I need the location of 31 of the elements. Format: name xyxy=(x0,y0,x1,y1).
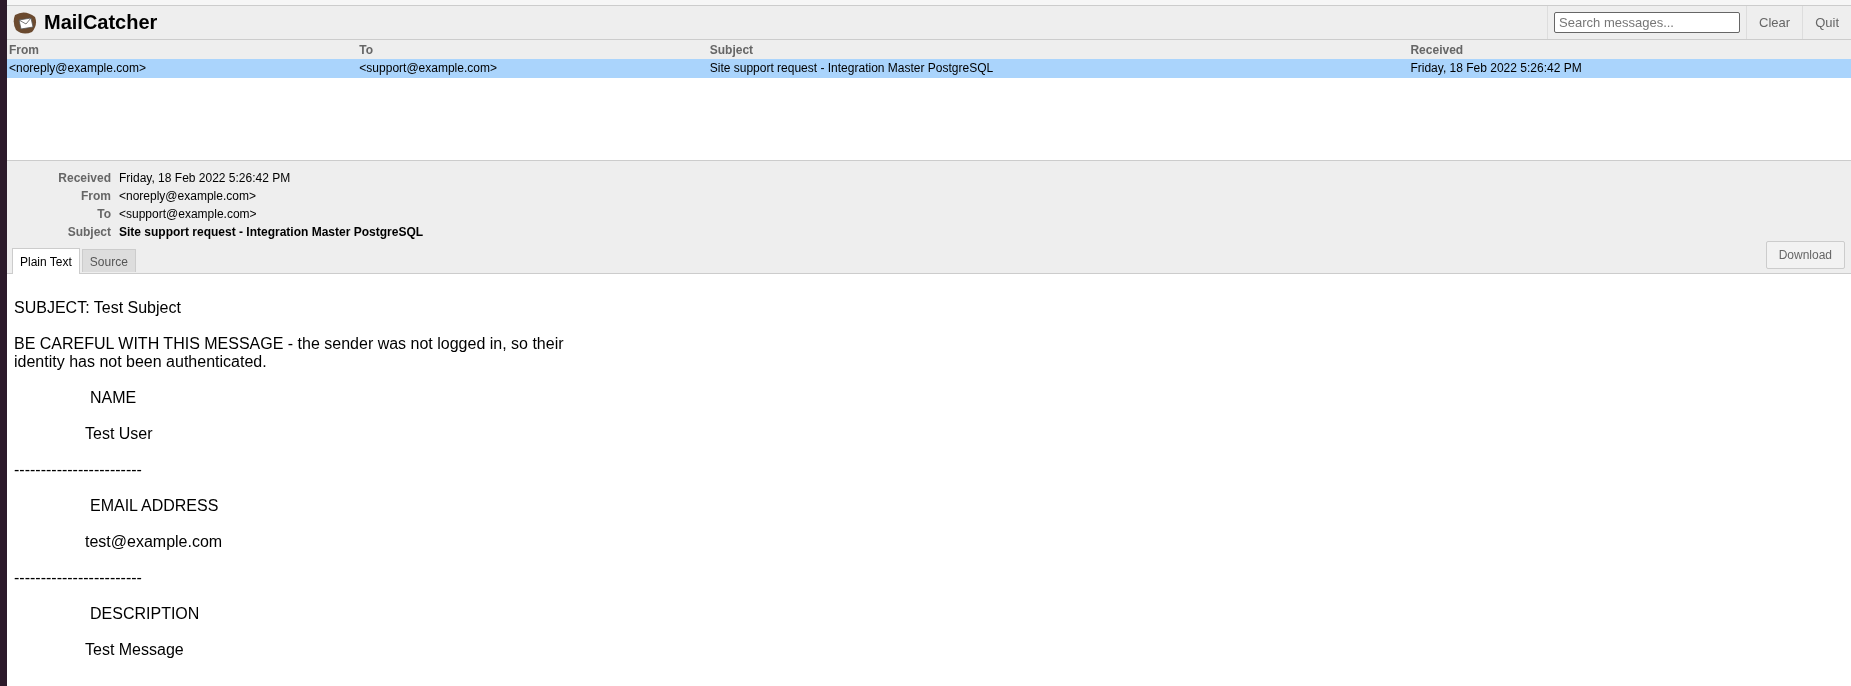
metadata-label: To xyxy=(96,206,111,222)
column-header[interactable]: Received xyxy=(1408,40,1851,59)
metadata-value: <noreply@example.com> xyxy=(119,188,256,204)
message-text: BE CAREFUL WITH THIS MESSAGE - the sender was not logged in, so their identity has not been authenticated. xyxy=(14,335,565,371)
table-cell[interactable]: <support@example.com> xyxy=(357,59,708,78)
message-text: ------------------------ xyxy=(14,461,143,479)
message-text: NAME xyxy=(89,389,138,407)
app-title: MailCatcher xyxy=(44,11,158,34)
view-tab[interactable]: Source xyxy=(81,249,136,272)
message-text: ------------------------ xyxy=(14,569,143,587)
message-text: test@example.com xyxy=(84,533,224,551)
column-header[interactable]: From xyxy=(7,40,358,59)
download-button[interactable]: Download xyxy=(1765,241,1845,269)
metadata-value: Friday, 18 Feb 2022 5:26:42 PM xyxy=(119,170,291,186)
message-text: EMAIL ADDRESS xyxy=(89,497,220,515)
table-cell[interactable]: <noreply@example.com> xyxy=(7,59,358,78)
message-text: Test User xyxy=(84,425,154,443)
message-text: Test Message xyxy=(84,641,185,659)
metadata-label: Subject xyxy=(66,224,111,240)
table-cell[interactable]: Site support request - Integration Master PostgreSQL xyxy=(707,59,1409,78)
search-field[interactable]: Search messages... xyxy=(1554,12,1741,33)
view-tab[interactable]: Plain Text xyxy=(12,248,80,274)
metadata-value: <support@example.com> xyxy=(119,206,257,222)
message-text: SUBJECT: Test Subject xyxy=(14,299,182,317)
column-header[interactable]: To xyxy=(357,40,708,59)
table-cell[interactable]: Friday, 18 Feb 2022 5:26:42 PM xyxy=(1408,59,1851,78)
metadata-label: Received xyxy=(57,170,111,186)
column-header[interactable]: Subject xyxy=(707,40,1409,59)
metadata-label: From xyxy=(80,188,111,204)
message-text: DESCRIPTION xyxy=(89,605,201,623)
metadata-value: Site support request - Integration Master PostgreSQL xyxy=(119,224,424,240)
